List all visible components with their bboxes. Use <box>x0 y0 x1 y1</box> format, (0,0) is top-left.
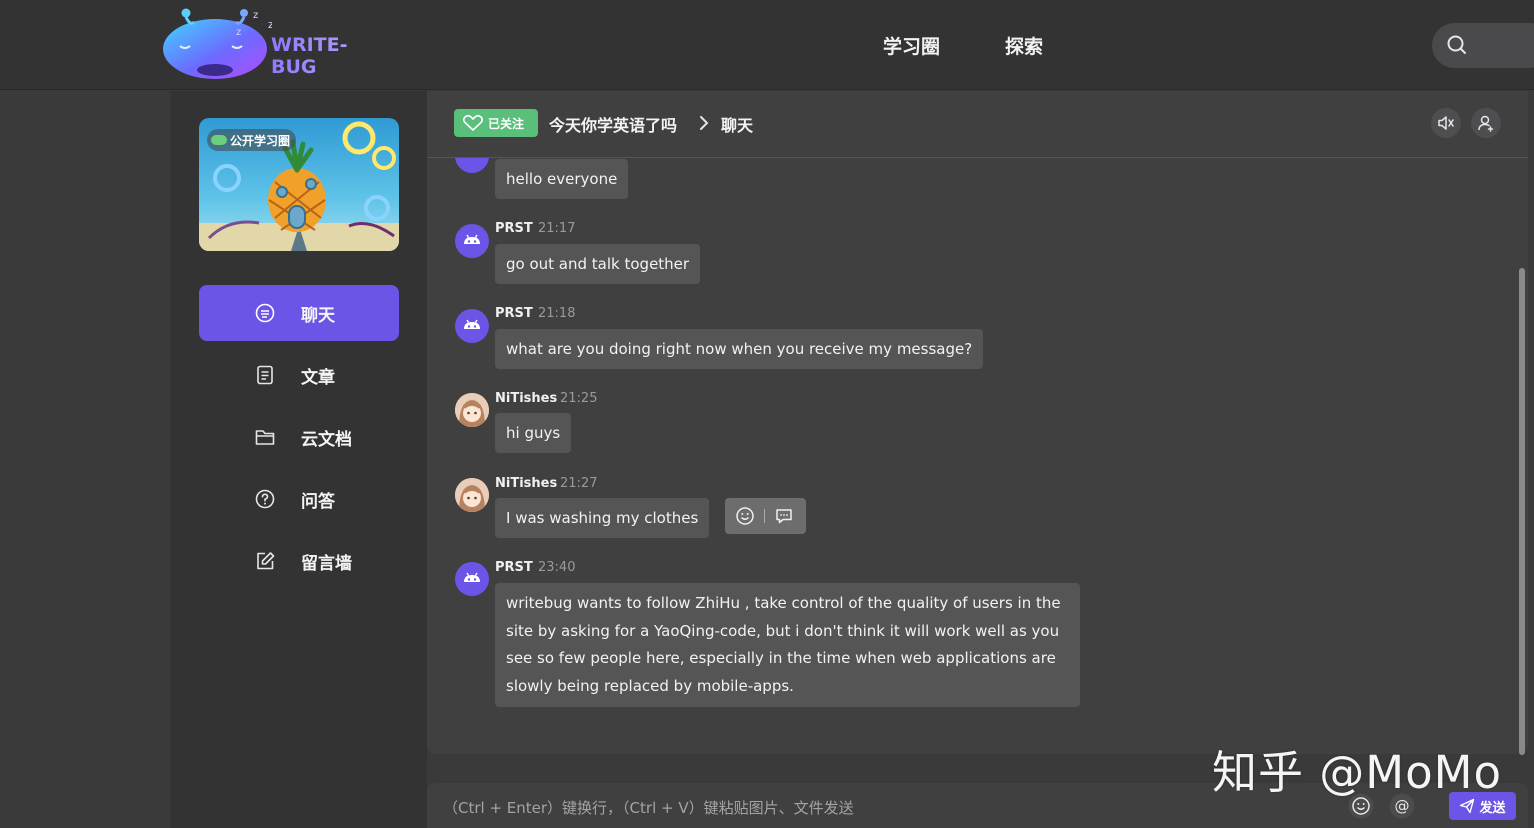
message-time: 21:17 <box>538 221 576 236</box>
speaker-mute-icon <box>1438 116 1454 130</box>
members-button[interactable] <box>1471 108 1501 138</box>
logo[interactable]: z z z WRITE-BUG <box>160 4 390 84</box>
sidebar-item-label: 问答 <box>301 492 335 512</box>
message-author[interactable]: PRST <box>495 560 533 575</box>
divider <box>764 509 765 523</box>
avatar[interactable] <box>455 309 489 343</box>
avatar[interactable] <box>455 562 489 596</box>
girl-avatar-icon <box>455 393 489 427</box>
folder-icon <box>255 430 275 445</box>
public-circle-badge: 公开学习圈 <box>207 129 297 151</box>
message-author[interactable]: PRST <box>495 306 533 321</box>
follow-label: 已关注 <box>488 116 525 131</box>
sidebar-item-label: 文章 <box>301 368 335 388</box>
zhihu-watermark: 知乎 @MoMo <box>1212 746 1503 799</box>
message-bubble[interactable]: hi guys <box>495 413 572 453</box>
message-actions <box>725 498 806 534</box>
cloud-icon <box>211 135 227 145</box>
user-add-icon <box>1478 115 1494 132</box>
message-bubble[interactable]: I was washing my clothes <box>495 498 710 538</box>
whale-logo-icon: z z z <box>163 8 274 79</box>
nav-explore[interactable]: 探索 <box>1005 32 1043 59</box>
message-author[interactable]: NiTishes <box>495 476 557 491</box>
emoji-react-icon[interactable] <box>735 506 755 526</box>
sidebar-item-label: 留言墙 <box>301 554 352 574</box>
avatar[interactable] <box>455 224 489 258</box>
breadcrumb-channel: 聊天 <box>721 116 754 135</box>
sidebar-item-cloud-docs[interactable]: 云文档 <box>199 409 399 465</box>
sidebar-item-articles[interactable]: 文章 <box>199 347 399 403</box>
message-author[interactable]: NiTishes <box>495 391 557 406</box>
message-bubble[interactable]: writebug wants to follow ZhiHu , take co… <box>495 583 1080 707</box>
message-time: 21:27 <box>560 476 598 491</box>
chat-scrollbar[interactable] <box>1519 268 1525 755</box>
public-circle-label: 公开学习圈 <box>230 133 291 148</box>
chat-bubble-icon <box>255 303 275 323</box>
message-time: 23:40 <box>538 560 576 575</box>
svg-text:z: z <box>268 18 272 31</box>
avatar[interactable] <box>455 393 489 427</box>
svg-text:z: z <box>253 10 258 21</box>
message-author[interactable]: PRST <box>495 221 533 236</box>
search-button[interactable] <box>1432 23 1534 68</box>
nav-study-circle[interactable]: 学习圈 <box>883 32 940 59</box>
message-bubble[interactable]: go out and talk together <box>495 244 701 284</box>
bot-avatar-icon <box>464 234 480 244</box>
sidebar-item-chat[interactable]: 聊天 <box>199 285 399 341</box>
message-input[interactable]: （Ctrl + Enter）键换行，（Ctrl + V）键粘贴图片、文件发送 <box>443 797 854 818</box>
chat-panel: 已关注 今天你学英语了吗 聊天 hello everyone PRST 21:1… <box>427 91 1528 754</box>
avatar[interactable] <box>455 478 489 512</box>
follow-button[interactable]: 已关注 <box>454 109 538 137</box>
mute-button[interactable] <box>1431 108 1461 138</box>
sidebar-item-label: 云文档 <box>301 430 352 450</box>
top-bar: z z z WRITE-BUG 学习圈 探索 <box>0 0 1534 90</box>
message-bubble[interactable]: what are you doing right now when you re… <box>495 329 984 369</box>
chevron-right-icon <box>700 116 709 130</box>
girl-avatar-icon <box>455 478 489 512</box>
sidebar-item-message-wall[interactable]: 留言墙 <box>199 533 399 589</box>
question-icon <box>255 489 275 509</box>
bot-avatar-icon <box>464 572 480 582</box>
message-bubble[interactable]: hello everyone <box>495 159 629 199</box>
bot-avatar-icon <box>464 319 480 329</box>
breadcrumb-circle[interactable]: 今天你学英语了吗 <box>549 112 677 136</box>
reply-comment-icon[interactable] <box>774 506 794 526</box>
message-time: 21:25 <box>560 391 598 406</box>
circle-cover-image[interactable]: 公开学习圈 <box>199 118 399 251</box>
chat-header: 已关注 今天你学英语了吗 聊天 <box>427 91 1528 158</box>
message-time: 21:18 <box>538 306 576 321</box>
search-icon <box>1447 35 1466 54</box>
logo-text: WRITE-BUG <box>271 34 390 78</box>
heart-icon <box>462 114 484 131</box>
sidebar-item-qa[interactable]: 问答 <box>199 471 399 527</box>
document-icon <box>257 365 273 385</box>
sidebar-item-label: 聊天 <box>301 306 335 326</box>
edit-icon <box>257 552 275 570</box>
sidebar: 公开学习圈 聊天 文章 云文档 问答 留言墙 <box>171 91 427 828</box>
svg-text:z: z <box>236 27 241 38</box>
